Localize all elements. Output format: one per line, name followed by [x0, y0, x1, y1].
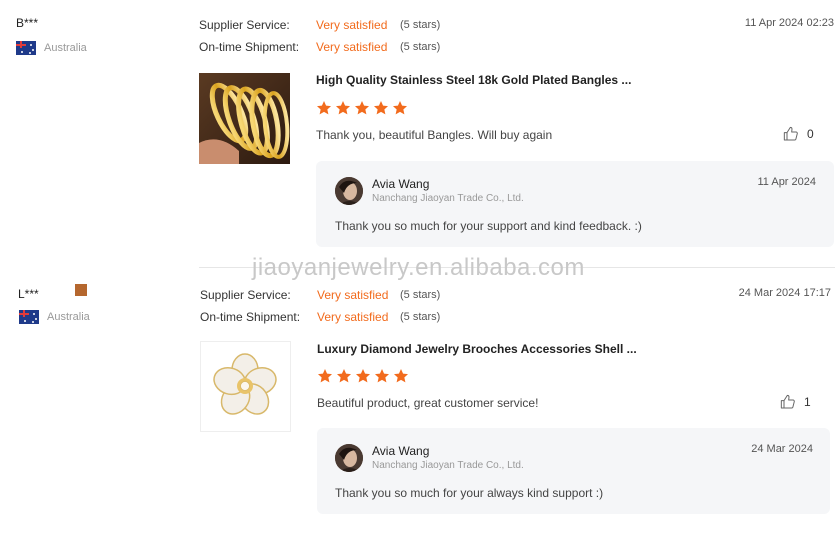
on-time-shipment-value: Very satisfied [317, 310, 389, 324]
star-icon [374, 101, 388, 115]
thumbs-up-icon [783, 126, 798, 141]
supplier-service-stars: (5 stars) [400, 19, 441, 31]
supplier-service-stars: (5 stars) [400, 289, 441, 301]
supplier-service-value: Very satisfied [317, 288, 389, 302]
supplier-service-value: Very satisfied [316, 18, 388, 32]
on-time-shipment-stars: (5 stars) [400, 41, 441, 53]
star-icon [336, 101, 350, 115]
like-button[interactable]: 1 [780, 394, 811, 410]
australia-flag-icon [19, 310, 39, 324]
reply-author-name: Avia Wang [372, 444, 430, 458]
reviewer-country: Australia [47, 311, 90, 323]
supplier-reply: Avia Wang Nanchang Jiaoyan Trade Co., Lt… [317, 428, 830, 514]
reply-date: 24 Mar 2024 [751, 443, 813, 455]
supplier-reply: Avia Wang Nanchang Jiaoyan Trade Co., Lt… [316, 161, 834, 247]
avatar [335, 177, 363, 205]
on-time-shipment-stars: (5 stars) [400, 311, 441, 323]
gold-bangles-image [199, 73, 290, 164]
reply-author-name: Avia Wang [372, 177, 430, 191]
reply-date: 11 Apr 2024 [757, 176, 816, 188]
rating-stars [317, 368, 409, 384]
reviewer-name: B*** [16, 16, 39, 30]
australia-flag-icon [16, 41, 36, 55]
supplier-service-label: Supplier Service: [200, 288, 291, 302]
on-time-shipment-label: On-time Shipment: [199, 40, 300, 54]
star-icon [393, 101, 407, 115]
review-date: 24 Mar 2024 17:17 [738, 287, 831, 299]
product-title-link[interactable]: Luxury Diamond Jewelry Brooches Accessor… [317, 342, 637, 356]
star-icon [375, 369, 389, 383]
flower-brooch-image [201, 342, 290, 431]
avatar-image [335, 177, 363, 205]
product-title-link[interactable]: High Quality Stainless Steel 18k Gold Pl… [316, 73, 631, 87]
star-icon [318, 369, 332, 383]
avatar-image [335, 444, 363, 472]
product-thumbnail[interactable] [200, 341, 291, 432]
reply-company: Nanchang Jiaoyan Trade Co., Ltd. [372, 193, 524, 204]
star-icon [394, 369, 408, 383]
star-icon [317, 101, 331, 115]
star-icon [337, 369, 351, 383]
product-thumbnail[interactable] [199, 73, 290, 164]
thumbs-up-icon [780, 394, 795, 409]
supplier-service-label: Supplier Service: [199, 18, 290, 32]
reply-text: Thank you so much for your support and k… [335, 219, 642, 233]
star-icon [356, 369, 370, 383]
reviewer-badge-icon [75, 284, 87, 296]
reviewer-country: Australia [44, 42, 87, 54]
on-time-shipment-label: On-time Shipment: [200, 310, 301, 324]
review-text: Beautiful product, great customer servic… [317, 396, 539, 410]
on-time-shipment-value: Very satisfied [316, 40, 388, 54]
reply-company: Nanchang Jiaoyan Trade Co., Ltd. [372, 460, 524, 471]
review-text: Thank you, beautiful Bangles. Will buy a… [316, 128, 553, 142]
like-button[interactable]: 0 [783, 126, 814, 142]
rating-stars [316, 100, 408, 116]
avatar [335, 444, 363, 472]
reviewer-name: L*** [18, 287, 39, 301]
star-icon [355, 101, 369, 115]
review-date: 11 Apr 2024 02:23 [744, 17, 834, 29]
reply-text: Thank you so much for your always kind s… [335, 486, 604, 500]
like-count: 1 [804, 395, 811, 409]
like-count: 0 [807, 127, 814, 141]
watermark: jiaoyanjewelry.en.alibaba.com [252, 254, 585, 281]
